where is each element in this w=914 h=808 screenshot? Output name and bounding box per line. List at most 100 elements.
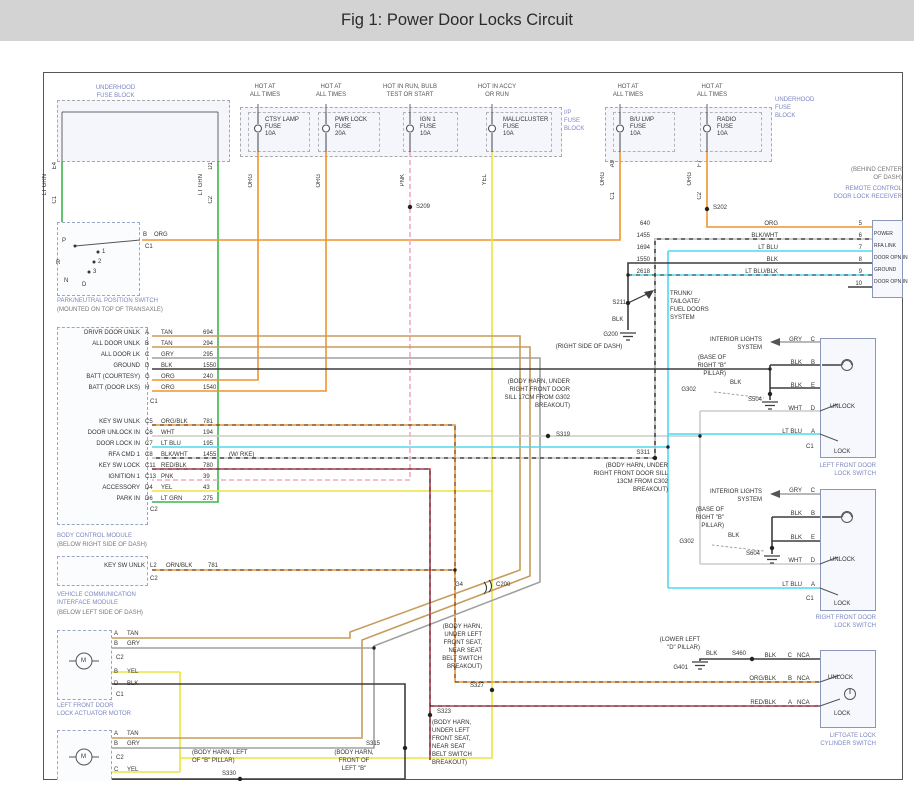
wire-color: TAN	[127, 631, 161, 637]
pin-id: B	[114, 741, 127, 747]
ip-fuse-block-label: I/P FUSE BLOCK	[564, 109, 584, 133]
pin-id: A	[802, 429, 818, 435]
connector-tag: A9	[610, 160, 616, 167]
wire-color: BLK/WHT	[650, 233, 778, 239]
bcm-pin-function: DOOR LOCK IN	[57, 441, 145, 447]
bcm-name: BODY CONTROL MODULE	[57, 532, 132, 540]
receiver-location-note: (BEHIND CENTER OF DASH)	[762, 166, 902, 182]
splice-label-s323: S323	[437, 708, 451, 716]
bcm-c1-pin-rows: DRIVR DOOR UNLK A TAN 694 ALL DOOR UNLK …	[57, 327, 229, 393]
receiver-pin-row: 640 ORG 5	[598, 218, 862, 230]
connector-tag: C2	[208, 196, 214, 204]
ground-label-g200: G200	[594, 331, 618, 339]
pin-id: C	[802, 337, 818, 343]
receiver-pin-row: 1455 BLK/WHT 6	[598, 230, 862, 242]
wire-color: ORG	[161, 385, 203, 391]
hot-in-accy-label: HOT IN ACCY OR RUN	[462, 84, 532, 99]
park-switch-contacts	[75, 240, 140, 246]
underhood-right-label: UNDERHOOD FUSE BLOCK	[775, 96, 814, 120]
wire-color: GRY	[127, 641, 161, 647]
connector-label-c200: C200	[496, 581, 510, 589]
pin-id: H	[145, 385, 161, 391]
wire-number: 195	[203, 441, 229, 447]
ground-label-g302: G302	[672, 386, 696, 394]
switch-pin-row: BLK C NCA	[706, 644, 816, 668]
figure-title: Fig 1: Power Door Locks Circuit	[341, 11, 573, 30]
contact-2: 2	[98, 258, 101, 266]
splice-label-s202: S202	[713, 204, 727, 212]
receiver-pin-function: POWER	[874, 228, 908, 240]
wire-color: ORG/BLK	[161, 419, 203, 425]
wire-number: 1550	[598, 257, 650, 263]
pin-id: C	[114, 767, 127, 773]
wire-color-tag: LT GRN	[198, 174, 204, 195]
gear-position-n: N	[64, 277, 68, 285]
pin-id: L2	[150, 562, 157, 570]
hot-at-all-times-label: HOT AT ALL TIMES	[593, 84, 663, 99]
connector-tag: C1	[610, 192, 616, 200]
lower-d-pillar-note: (LOWER LEFT "D" PILLAR)	[636, 636, 700, 652]
pin-id: C13	[145, 474, 161, 480]
wire-color-tag: ORG	[687, 172, 693, 186]
wiring-diagram-page: Fig 1: Power Door Locks Circuit CTSY LAM…	[0, 0, 914, 808]
pin-id: C6	[145, 430, 161, 436]
wire-color: LT GRN	[161, 496, 203, 502]
hot-at-all-times-label: HOT AT ALL TIMES	[296, 84, 366, 99]
wire-number: 294	[203, 341, 229, 347]
motor1-name: LEFT FRONT DOOR LOCK ACTUATOR MOTOR	[57, 702, 131, 718]
wire-color: TAN	[161, 341, 203, 347]
left-switch-rows: GRY C BLK B BLK E WHT D LT BLU A	[706, 328, 818, 443]
motor-pin-row: B GRY	[114, 639, 161, 649]
splice-label-s311: S311	[620, 449, 650, 457]
contact-1: 1	[102, 248, 105, 256]
wire-number: 781	[208, 562, 218, 570]
wire-number: 43	[203, 485, 229, 491]
right-side-of-dash-note: (RIGHT SIDE OF DASH)	[530, 343, 648, 351]
motor-symbol-m: M	[81, 657, 86, 665]
switch-pin-row: BLK E	[706, 374, 818, 397]
seat-breakout-note: (BODY HARN, UNDER LEFT FRONT SEAT, NEAR …	[400, 623, 482, 671]
wire-color: LT BLU	[650, 245, 778, 251]
connector-label-c2: C2	[150, 506, 158, 514]
pin-id: 5	[778, 221, 862, 227]
receiver-pin-function: DOOR OPN IN	[874, 276, 908, 288]
connector-tag: C1	[52, 196, 58, 204]
connector-label-c1: C1	[806, 443, 814, 451]
splice-label-s209: S209	[416, 203, 430, 211]
bcm-pin-row: BATT (COURTESY) G ORG 240	[57, 371, 229, 382]
hot-in-run-label: HOT IN RUN, BULB TEST OR START	[365, 84, 455, 99]
bcm-pin-function: ACCESSORY	[57, 485, 145, 491]
gear-position-p: P	[62, 237, 66, 245]
pin-id: D	[802, 558, 818, 564]
pin-id: D4	[145, 485, 161, 491]
wire-color: LT BLU	[706, 429, 802, 435]
wire-number: 694	[203, 330, 229, 336]
pin-id: D	[145, 363, 161, 369]
frame-clip-mask	[0, 781, 914, 808]
wire-color-tag: ORG	[316, 174, 322, 188]
hot-at-all-times-label: HOT AT ALL TIMES	[230, 84, 300, 99]
hot-at-all-times-label: HOT AT ALL TIMES	[677, 84, 747, 99]
switch-pin-row: BLK B	[706, 351, 818, 374]
liftgate-switch-rows: BLK C NCA ORG/BLK B NCA RED/BLK A NCA	[706, 644, 816, 715]
wire-color: BLK	[127, 681, 161, 687]
pin-id: C7	[145, 441, 161, 447]
pin-id: D	[802, 406, 818, 412]
receiver-pin-row: 10	[598, 278, 862, 290]
connector-tag: C2	[697, 192, 703, 200]
bcm-pin-function: BATT (COURTESY)	[57, 374, 145, 380]
wire-color-tag: LT GRN	[42, 174, 48, 195]
door-sill-17cm-note: (BODY HARN, UNDER RIGHT FRONT DOOR SILL …	[455, 378, 570, 410]
connector-label-c2: C2	[150, 575, 158, 583]
pin-id: A	[145, 330, 161, 336]
vcim-name: VEHICLE COMMUNICATION INTERFACE MODULE	[57, 591, 136, 607]
feed-stubs	[62, 104, 707, 162]
vcim-location: (BELOW LEFT SIDE OF DASH)	[57, 609, 143, 617]
connector-label-c1: C1	[150, 398, 158, 406]
gear-position-d: D	[82, 281, 86, 289]
wire-color: ORG	[650, 221, 778, 227]
bcm-pin-row: KEY SW UNLK C5 ORG/BLK 781	[57, 416, 269, 427]
receiver-pin-row: 2618 LT BLU/BLK 9	[598, 266, 862, 278]
bcm-pin-row: KEY SW LOCK C11 RED/BLK 780	[57, 460, 269, 471]
nca-tag: NCA	[792, 700, 816, 706]
